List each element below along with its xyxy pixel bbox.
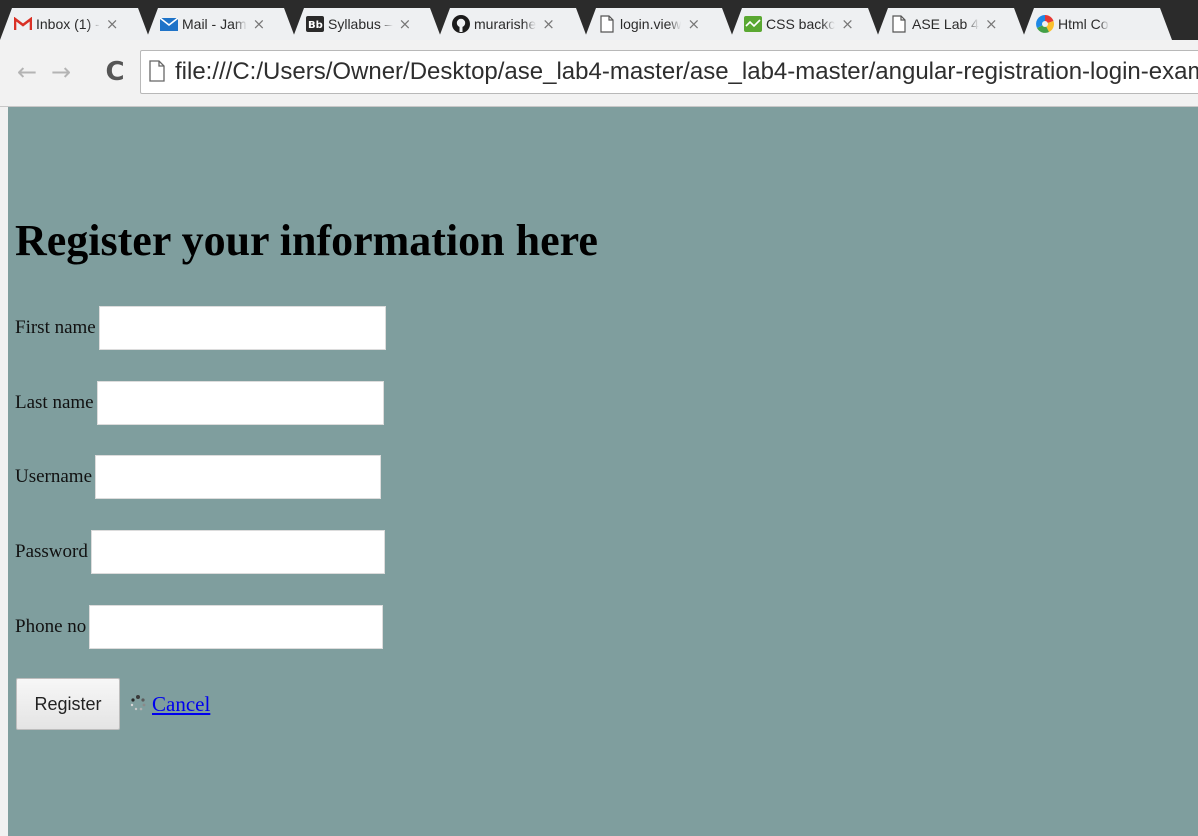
username-label: Username <box>15 466 93 487</box>
form-actions: Register Cancel <box>16 678 210 730</box>
last-name-label: Last name <box>15 392 94 413</box>
browser-toolbar: ← → C file:///C:/Users/Owner/Desktop/ase… <box>0 40 1198 107</box>
address-bar[interactable]: file:///C:/Users/Owner/Desktop/ase_lab4-… <box>140 50 1198 94</box>
close-icon[interactable]: × <box>687 15 700 33</box>
cancel-link[interactable]: Cancel <box>152 692 210 717</box>
tab-github[interactable]: murarishe × <box>438 8 588 40</box>
phone-label: Phone no <box>15 616 87 637</box>
gmail-icon <box>14 15 32 33</box>
password-label: Password <box>15 541 88 562</box>
tab-strip: Inbox (1) - × Mail - Jam × Bb Syllabus –… <box>0 0 1198 40</box>
reload-icon[interactable]: C <box>102 57 128 87</box>
tab-syllabus[interactable]: Bb Syllabus – × <box>292 8 442 40</box>
svg-text:Bb: Bb <box>308 20 323 31</box>
tab-css-background[interactable]: CSS backc × <box>730 8 880 40</box>
last-name-row: Last name <box>15 380 384 426</box>
close-icon[interactable]: × <box>542 15 555 33</box>
password-input[interactable] <box>90 530 385 574</box>
tab-title: CSS backc <box>766 16 836 32</box>
first-name-input[interactable] <box>98 306 386 350</box>
page-title: Register your information here <box>15 216 598 265</box>
github-icon <box>452 15 470 33</box>
tab-title: Html Co <box>1058 16 1109 32</box>
css-icon <box>744 15 762 33</box>
tab-title: murarishe <box>474 16 537 32</box>
tab-html-color[interactable]: Html Co <box>1022 8 1172 40</box>
browser-window: Inbox (1) - × Mail - Jam × Bb Syllabus –… <box>0 0 1198 836</box>
tab-title: login.view <box>620 16 682 32</box>
username-input[interactable] <box>95 455 382 499</box>
first-name-row: First name <box>15 305 386 351</box>
tab-title: Inbox (1) - <box>36 16 100 32</box>
last-name-input[interactable] <box>96 381 384 425</box>
tab-title: ASE Lab 4 <box>912 16 979 32</box>
tab-login-view[interactable]: login.view × <box>584 8 734 40</box>
mail-icon <box>160 15 178 33</box>
register-button[interactable]: Register <box>16 678 120 730</box>
password-row: Password <box>15 529 385 575</box>
close-icon[interactable]: × <box>253 15 266 33</box>
close-icon[interactable]: × <box>106 15 119 33</box>
tab-ase-lab[interactable]: ASE Lab 4 × <box>876 8 1026 40</box>
first-name-label: First name <box>15 317 96 338</box>
close-icon[interactable]: × <box>841 15 854 33</box>
forward-arrow-icon[interactable]: → <box>48 58 74 86</box>
page-icon <box>149 60 167 84</box>
phone-input[interactable] <box>89 605 384 649</box>
tab-inbox[interactable]: Inbox (1) - × <box>0 8 150 40</box>
tab-title: Syllabus – <box>328 16 393 32</box>
username-row: Username <box>15 454 382 500</box>
tab-mail[interactable]: Mail - Jam × <box>146 8 296 40</box>
phone-row: Phone no <box>15 604 384 650</box>
colorwheel-icon <box>1036 15 1054 33</box>
address-url[interactable]: file:///C:/Users/Owner/Desktop/ase_lab4-… <box>175 58 1198 86</box>
page-icon <box>598 15 616 33</box>
back-arrow-icon[interactable]: ← <box>14 58 40 86</box>
blackboard-icon: Bb <box>306 15 324 33</box>
page-icon <box>890 15 908 33</box>
tab-title: Mail - Jam <box>182 16 247 32</box>
close-icon[interactable]: × <box>399 15 412 33</box>
page-viewport: Register your information here First nam… <box>8 107 1198 836</box>
loading-spinner-icon <box>128 694 148 714</box>
close-icon[interactable]: × <box>985 15 998 33</box>
